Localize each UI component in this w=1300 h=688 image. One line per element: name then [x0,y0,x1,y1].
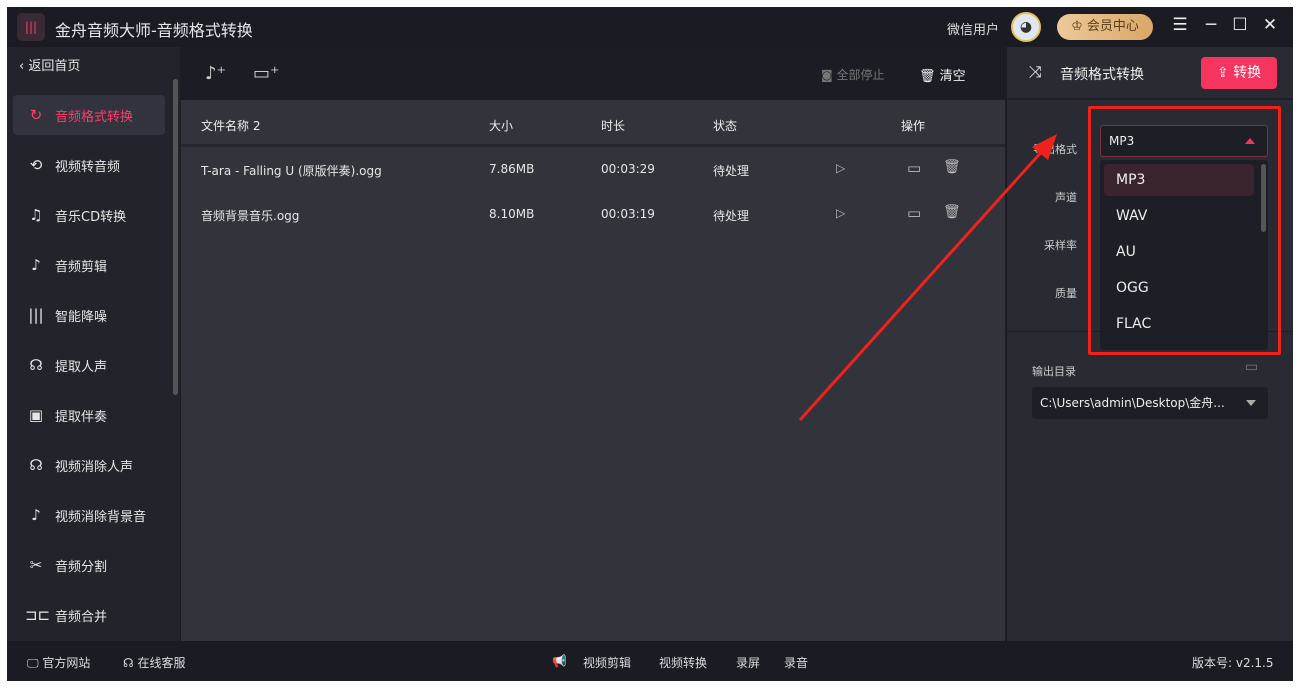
annotation-arrow [798,134,1057,422]
